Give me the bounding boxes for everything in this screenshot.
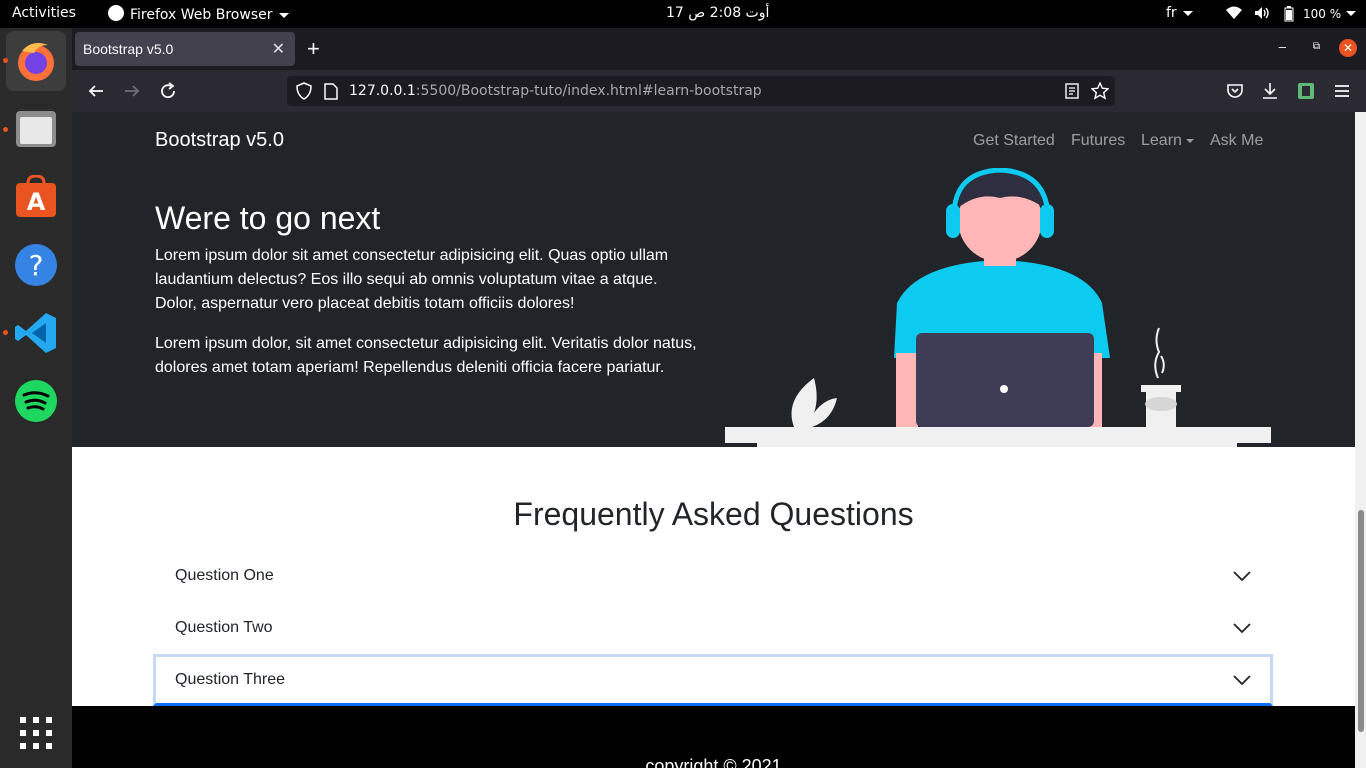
help-icon: ? [15, 244, 57, 286]
extension-icon[interactable] [1296, 81, 1316, 101]
dock-software-center[interactable]: A [6, 167, 66, 227]
hero-paragraph-1: Lorem ipsum dolor sit amet consectetur a… [155, 244, 715, 316]
back-icon[interactable] [86, 81, 106, 101]
accordion-question-three[interactable]: Question Three [153, 654, 1273, 706]
faq-heading: Frequently Asked Questions [513, 496, 914, 532]
activities-button[interactable]: Activities [12, 5, 76, 21]
svg-text:A: A [27, 188, 46, 216]
vscode-icon [15, 313, 56, 353]
reload-icon[interactable] [158, 81, 178, 101]
accordion-label: Question Three [175, 671, 285, 688]
grid-icon [20, 717, 52, 749]
system-top-bar: Activities Firefox Web Browser 17 أوت 2:… [0, 0, 1366, 28]
system-menu-chevron-icon[interactable] [1346, 11, 1356, 16]
running-indicator [3, 58, 8, 63]
spotify-icon [15, 380, 57, 422]
nav-get-started[interactable]: Get Started [973, 132, 1055, 150]
address-bar[interactable]: 127.0.0.1:5500/Bootstrap-tuto/index.html… [287, 76, 1115, 106]
accordion-question-one[interactable]: Question One [153, 550, 1273, 602]
hero-paragraph-1-line: Dolor, aspernatur vero placeat debitis t… [155, 295, 575, 312]
forward-icon[interactable] [122, 81, 142, 101]
shield-icon[interactable] [295, 82, 313, 100]
battery-icon[interactable] [1282, 6, 1296, 26]
language-indicator[interactable]: fr [1166, 5, 1193, 21]
hero-paragraph-2: Lorem ipsum dolor, sit amet consectetur … [155, 332, 715, 380]
nav-learn-label: Learn [1141, 132, 1182, 149]
nav-learn-dropdown[interactable]: Learn [1141, 132, 1194, 150]
chevron-down-icon [1233, 623, 1251, 634]
web-page: Bootstrap v5.0 Get Started Futures Learn… [72, 112, 1355, 768]
running-indicator [3, 127, 8, 132]
running-indicator [3, 330, 8, 335]
reader-view-icon[interactable] [1065, 83, 1079, 99]
chevron-down-icon [1233, 571, 1251, 582]
bookmark-star-icon[interactable] [1091, 82, 1109, 100]
navbar-brand[interactable]: Bootstrap v5.0 [155, 129, 284, 152]
tab-title: Bootstrap v5.0 [83, 41, 174, 57]
minimize-icon[interactable]: – [1279, 39, 1286, 54]
url-path: :5500/Bootstrap-tuto/index.html#learn-bo… [415, 83, 762, 99]
dock-spotify[interactable] [6, 371, 66, 431]
accordion-label: Question Two [175, 619, 273, 636]
pocket-icon[interactable] [1225, 81, 1245, 101]
developer-illustration [725, 168, 1271, 447]
software-center-icon: A [16, 175, 56, 217]
page-icon [324, 83, 338, 100]
close-window-icon[interactable]: ✕ [1339, 39, 1357, 57]
firefox-window: Bootstrap v5.0 ✕ + – ⧉ ✕ 127.0.0.1:5500/… [72, 28, 1366, 768]
chevron-down-icon [1182, 10, 1193, 16]
accordion-label: Question One [175, 567, 274, 584]
hero-paragraph-1-line: laudantium delectus? Eos illo sequi ab o… [155, 271, 658, 288]
hero-paragraph-2-line: Lorem ipsum dolor, sit amet consectetur … [155, 335, 697, 352]
app-menu[interactable]: Firefox Web Browser [108, 5, 289, 23]
volume-icon[interactable] [1254, 6, 1270, 24]
chevron-down-icon [1233, 675, 1251, 686]
files-icon [16, 111, 56, 147]
new-tab-icon[interactable]: + [307, 36, 320, 62]
svg-text:?: ? [29, 249, 44, 282]
tab-bootstrap[interactable]: Bootstrap v5.0 ✕ [75, 32, 295, 66]
close-tab-icon[interactable]: ✕ [272, 39, 285, 59]
hero-title: Were to go next [155, 200, 381, 236]
clock[interactable]: 17 أوت 2:08 ص [666, 5, 769, 21]
hero-paragraph-1-line: Lorem ipsum dolor sit amet consectetur a… [155, 247, 669, 264]
app-menu-label: Firefox Web Browser [130, 7, 273, 23]
dock-help[interactable]: ? [6, 235, 66, 295]
hero-paragraph-2-line: dolores amet totam aperiam! Repellendus … [155, 359, 665, 376]
chevron-down-icon [278, 12, 289, 18]
navigation-toolbar: 127.0.0.1:5500/Bootstrap-tuto/index.html… [72, 70, 1366, 112]
tab-strip: Bootstrap v5.0 ✕ + – ⧉ ✕ [72, 28, 1366, 70]
dock-files[interactable] [6, 99, 66, 159]
nav-ask-me[interactable]: Ask Me [1210, 132, 1263, 150]
chevron-down-icon [1185, 138, 1194, 143]
battery-percent: 100 % [1303, 7, 1342, 21]
wifi-icon[interactable] [1226, 6, 1242, 24]
firefox-small-icon [108, 5, 124, 21]
language-label: fr [1166, 5, 1177, 21]
dock: A ? [0, 28, 72, 768]
dock-vscode[interactable] [6, 303, 66, 363]
download-icon[interactable] [1260, 81, 1280, 101]
maximize-icon[interactable]: ⧉ [1313, 41, 1320, 52]
url-host: 127.0.0.1 [349, 83, 416, 99]
scrollbar-thumb[interactable] [1358, 510, 1364, 732]
page-scrollbar[interactable] [1355, 112, 1366, 768]
dock-firefox[interactable] [6, 31, 66, 91]
footer: copyright © 2021 [72, 706, 1355, 768]
accordion-question-two[interactable]: Question Two [153, 602, 1273, 654]
nav-futures[interactable]: Futures [1071, 132, 1125, 150]
hero-section: Bootstrap v5.0 Get Started Futures Learn… [72, 112, 1355, 447]
firefox-icon [18, 43, 54, 81]
url-text[interactable]: 127.0.0.1:5500/Bootstrap-tuto/index.html… [349, 83, 762, 99]
copyright-text: copyright © 2021 [645, 756, 782, 768]
dock-show-apps[interactable] [6, 703, 66, 763]
hamburger-menu-icon[interactable] [1332, 81, 1352, 101]
